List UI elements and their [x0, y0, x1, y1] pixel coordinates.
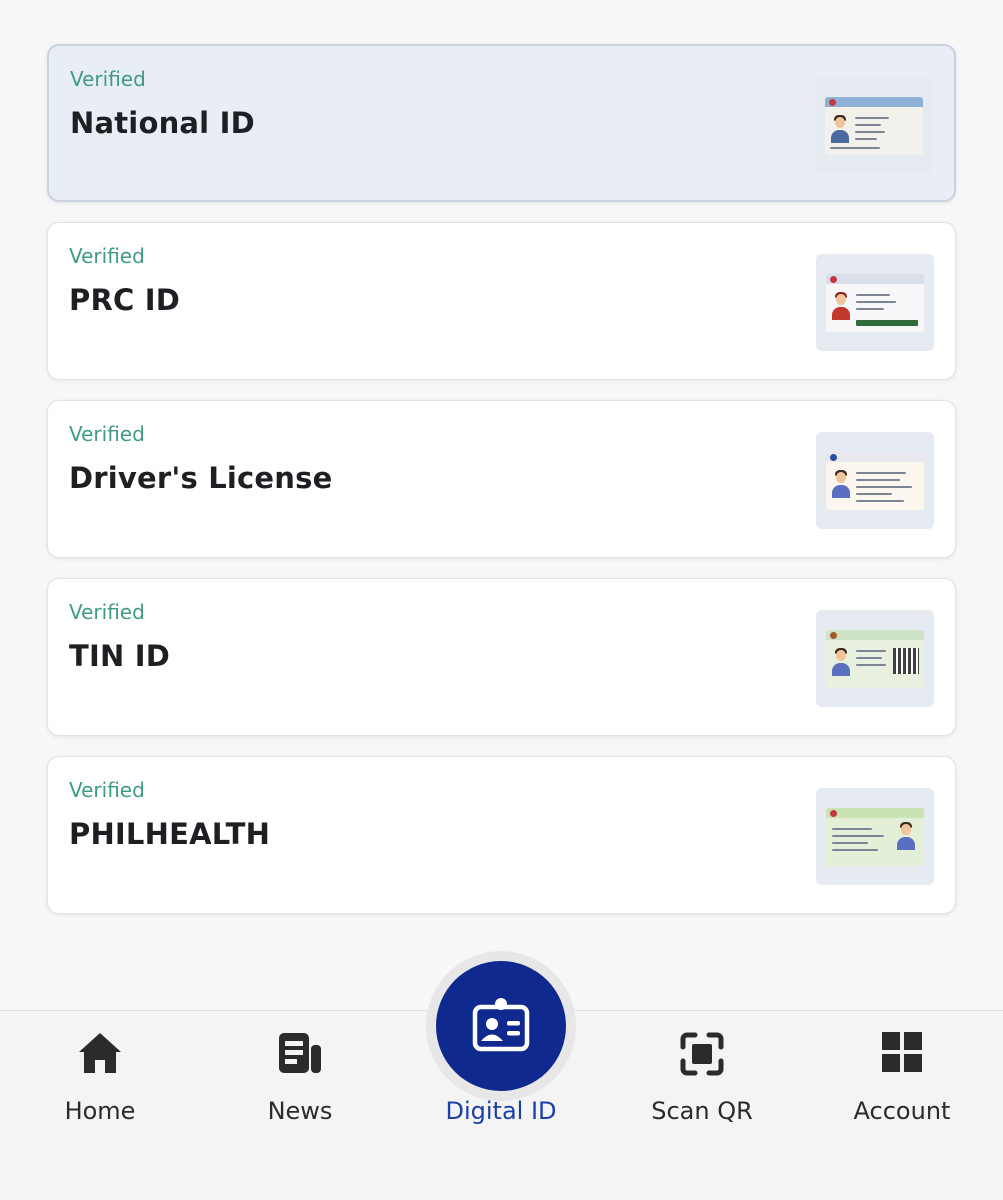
nav-home[interactable]: Home [0, 1011, 200, 1151]
id-title: TIN ID [69, 639, 171, 673]
nav-scan-qr[interactable]: Scan QR [602, 1011, 802, 1151]
grid-icon [881, 1031, 923, 1077]
id-card-image [825, 97, 923, 155]
verified-label: Verified [69, 244, 145, 268]
id-card-tin[interactable]: Verified TIN ID [47, 578, 956, 736]
nav-news-label: News [267, 1097, 333, 1125]
id-thumbnail [816, 610, 934, 707]
id-card-national[interactable]: Verified National ID [47, 44, 956, 202]
home-icon [77, 1031, 123, 1079]
scan-frame-icon [679, 1031, 725, 1081]
digital-id-fab-button[interactable] [436, 961, 566, 1091]
id-card-list: Verified National ID Verified PRC ID Ver… [47, 44, 956, 934]
id-title: National ID [70, 106, 255, 140]
id-card-image [826, 274, 924, 332]
id-title: PRC ID [69, 283, 181, 317]
id-thumbnail [816, 788, 934, 885]
verified-label: Verified [70, 67, 146, 91]
news-icon [277, 1031, 323, 1079]
nav-account-label: Account [853, 1097, 951, 1125]
id-title: Driver's License [69, 461, 333, 495]
id-card-image [826, 452, 924, 510]
id-title: PHILHEALTH [69, 817, 271, 851]
verified-label: Verified [69, 422, 145, 446]
qr-code-icon [893, 648, 919, 674]
id-thumbnail [816, 254, 934, 351]
id-card-image [826, 630, 924, 688]
nav-account[interactable]: Account [802, 1011, 1002, 1151]
id-badge-icon [472, 997, 530, 1059]
id-card-image [826, 808, 924, 866]
id-thumbnail [816, 432, 934, 529]
id-card-drivers-license[interactable]: Verified Driver's License [47, 400, 956, 558]
verified-label: Verified [69, 778, 145, 802]
verified-label: Verified [69, 600, 145, 624]
id-card-prc[interactable]: Verified PRC ID [47, 222, 956, 380]
id-thumbnail [815, 77, 933, 174]
nav-scan-qr-label: Scan QR [651, 1097, 753, 1125]
id-card-philhealth[interactable]: Verified PHILHEALTH [47, 756, 956, 914]
nav-digital-id-label: Digital ID [445, 1097, 557, 1125]
nav-home-label: Home [64, 1097, 136, 1125]
nav-news[interactable]: News [200, 1011, 400, 1151]
